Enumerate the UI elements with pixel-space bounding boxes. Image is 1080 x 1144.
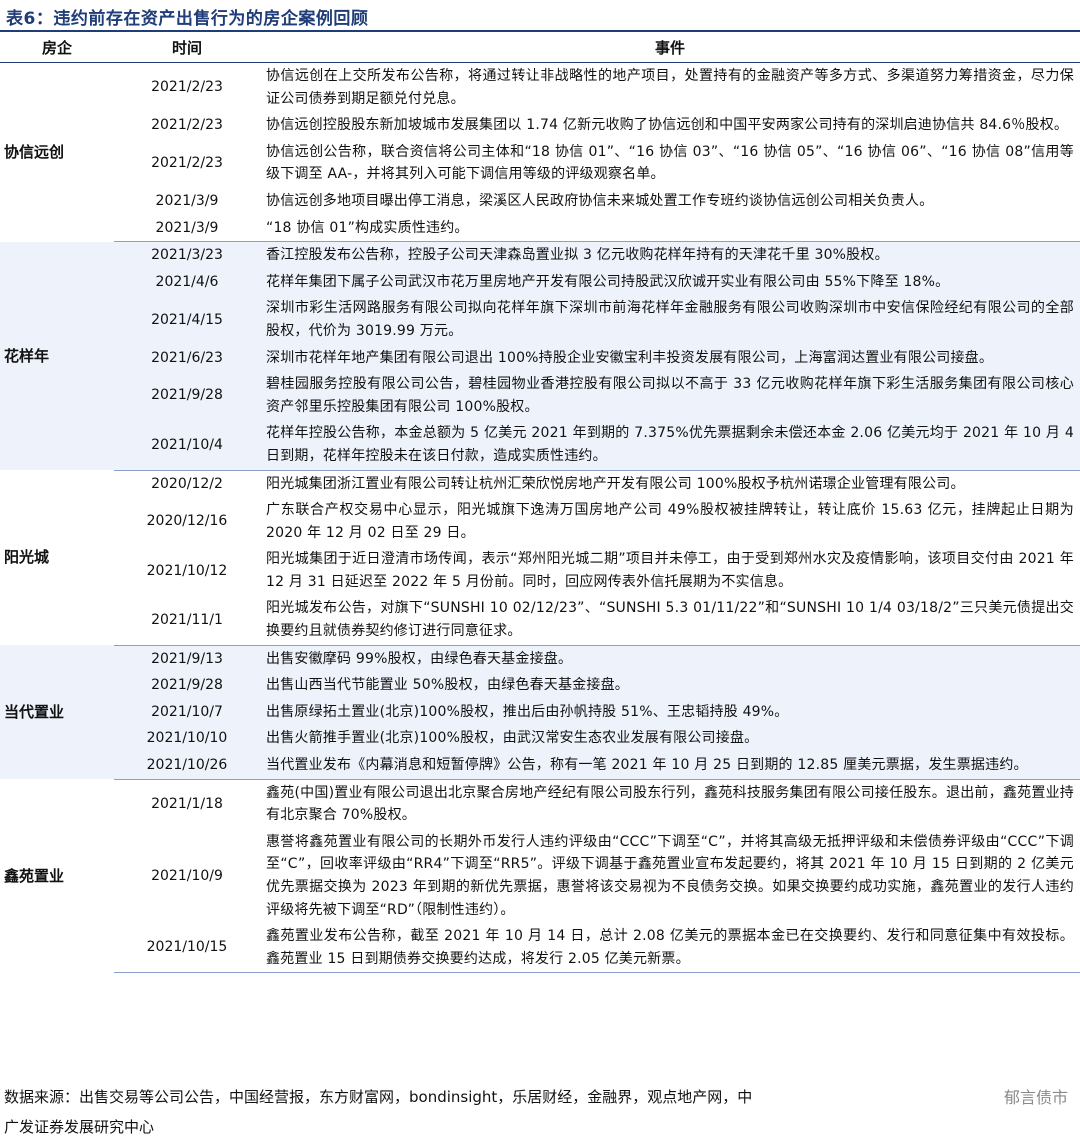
table-row: 2020/12/16 广东联合产权交易中心显示，阳光城旗下逸涛万国房地产公司 49… bbox=[0, 497, 1080, 546]
header-company: 房企 bbox=[0, 32, 114, 63]
table-row: 2021/10/9 惠誉将鑫苑置业有限公司的长期外币发行人违约评级由“CCC”下调… bbox=[0, 829, 1080, 923]
event-cell: 出售安徽摩码 99%股权，由绿色春天基金接盘。 bbox=[260, 645, 1080, 673]
event-cell: 香江控股发布公告称，控股子公司天津森岛置业拟 3 亿元收购花样年持有的天津花千里… bbox=[260, 241, 1080, 269]
table-body: 协信远创 2021/2/23 协信远创在上交所发布公告称，将通过转让非战略性的地产项… bbox=[0, 63, 1080, 974]
event-cell: 协信远创多地项目曝出停工消息，梁溪区人民政府协信未来城处置工作专班约谈协信远创公… bbox=[266, 192, 934, 209]
date-cell: 2021/10/10 bbox=[114, 725, 260, 753]
table-row: 协信远创 2021/2/23 协信远创在上交所发布公告称，将通过转让非战略性的地产项… bbox=[0, 63, 1080, 161]
date-cell: 2021/9/28 bbox=[114, 371, 260, 421]
date-cell: 2021/10/9 bbox=[151, 867, 223, 884]
company-cell: 当代置业 bbox=[0, 645, 114, 780]
event-cell: 花样年控股公告称，本金总额为 5 亿美元 2021 年到期的 7.375%优先票… bbox=[260, 420, 1080, 471]
event-cell: 深圳市花样年地产集团有限公司退出 100%持股企业安徽宝利丰投资发展有限公司，上… bbox=[260, 344, 1080, 372]
event-cell: 鑫苑置业发布公告称，截至 2021 年 10 月 14 日，总计 2.08 亿美… bbox=[260, 923, 1080, 974]
date-cell: 2021/10/26 bbox=[114, 752, 260, 780]
event-cell: 协信远创在上交所发布公告称，将通过转让非战略性的地产项目，处置持有的金融资产等多… bbox=[266, 68, 1074, 107]
company-cell: 花样年 bbox=[0, 241, 114, 470]
table-row: 2021/2/23 协信远创公告称，联合资信将公司主体和“18 协信 01”、“1… bbox=[0, 139, 1080, 188]
table-row: 2021/3/9 “18 协信 01”构成实质性违约。 bbox=[0, 214, 1080, 243]
date-cell: 2021/9/13 bbox=[114, 645, 260, 673]
event-cell: 阳光城集团于近日澄清市场传闻，表示“郑州阳光城二期”项目并未停工，由于受到郑州水… bbox=[266, 551, 1074, 590]
date-cell: 2021/4/15 bbox=[114, 295, 260, 345]
company-cell: 鑫苑置业 bbox=[4, 866, 65, 885]
date-cell: 2021/2/23 bbox=[151, 155, 223, 172]
table-title: 表6：违约前存在资产出售行为的房企案例回顾 bbox=[6, 9, 369, 29]
date-cell: 2021/10/12 bbox=[146, 562, 228, 579]
table-row: 2021/6/23 深圳市花样年地产集团有限公司退出 100%持股企业安徽宝利丰投… bbox=[0, 344, 1080, 372]
event-cell: 阳光城集团浙江置业有限公司转让杭州汇荣欣悦房地产开发有限公司 100%股权予杭州… bbox=[266, 475, 965, 492]
table-row: 2021/9/28 碧桂园服务控股有限公司公告，碧桂园物业香港控股有限公司拟以不高… bbox=[0, 371, 1080, 421]
date-cell: 2021/6/23 bbox=[114, 344, 260, 372]
case-table: 房企 时间 事件 协信远创 2021/2/23 协信远创在上交所发布公告称，将通过转… bbox=[0, 32, 1080, 974]
table-row: 2021/3/9 协信远创多地项目曝出停工消息，梁溪区人民政府协信未来城处置工作专… bbox=[0, 188, 1080, 215]
table-row: 2021/4/15 深圳市彩生活网路服务有限公司拟向花样年旗下深圳市前海花样年金融… bbox=[0, 295, 1080, 345]
table-row: 花样年 2021/3/23 香江控股发布公告称，控股子公司天津森岛置业拟 3 亿元收… bbox=[0, 241, 1080, 470]
table-row: 2021/10/15 鑫苑置业发布公告称，截至 2021 年 10 月 14 日，… bbox=[0, 923, 1080, 974]
event-cell: 广东联合产权交易中心显示，阳光城旗下逸涛万国房地产公司 49%股权被挂牌转让，转… bbox=[266, 502, 1074, 541]
event-cell: 碧桂园服务控股有限公司公告，碧桂园物业香港控股有限公司拟以不高于 33 亿元收购… bbox=[260, 371, 1080, 421]
event-cell: “18 协信 01”构成实质性违约。 bbox=[260, 214, 1080, 243]
date-cell: 2021/4/6 bbox=[114, 268, 260, 296]
table-row: 当代置业 2021/9/13 出售安徽摩码 99%股权，由绿色春天基金接盘。 bbox=[0, 645, 1080, 780]
event-cell: 惠誉将鑫苑置业有限公司的长期外币发行人违约评级由“CCC”下调至“C”，并将其高… bbox=[266, 833, 1074, 918]
event-cell: 阳光城发布公告，对旗下“SUNSHI 10 02/12/23”、“SUNSHI … bbox=[260, 595, 1080, 646]
event-cell: 当代置业发布《内幕消息和短暂停牌》公告，称有一笔 2021 年 10 月 25 … bbox=[260, 752, 1080, 780]
date-cell: 2021/1/18 bbox=[151, 795, 223, 812]
event-cell: 协信远创公告称，联合资信将公司主体和“18 协信 01”、“16 协信 03”、… bbox=[266, 143, 1074, 183]
date-cell: 2020/12/2 bbox=[151, 475, 223, 492]
table-row: 2021/10/12 阳光城集团于近日澄清市场传闻，表示“郑州阳光城二期”项目并未… bbox=[0, 546, 1080, 595]
date-cell: 2021/3/9 bbox=[155, 192, 219, 209]
date-cell: 2021/10/15 bbox=[114, 923, 260, 974]
source-line-2: 广发证券发展研究中心 bbox=[4, 1118, 155, 1136]
table-row: 2021/9/28 出售山西当代节能置业 50%股权，由绿色春天基金接盘。 bbox=[0, 672, 1080, 699]
header-row: 房企 时间 事件 bbox=[0, 32, 1080, 63]
table-row: 2021/2/23 协信远创控股股东新加坡城市发展集团以 1.74 亿新元收购了协… bbox=[0, 112, 1080, 139]
date-cell: 2021/2/23 bbox=[151, 117, 223, 134]
event-cell: 鑫苑(中国)置业有限公司退出北京聚合房地产经纪有限公司股东行列，鑫苑科技服务集团… bbox=[266, 784, 1074, 824]
date-cell: 2021/11/1 bbox=[114, 595, 260, 646]
table-row: 2021/10/4 花样年控股公告称，本金总额为 5 亿美元 2021 年到期的 … bbox=[0, 420, 1080, 471]
date-cell: 2021/2/23 bbox=[151, 79, 223, 96]
date-cell: 2021/10/7 bbox=[114, 698, 260, 726]
table-row: 2021/10/7 出售原绿拓土置业(北京)100%股权，推出后由孙帆持股 51%… bbox=[0, 698, 1080, 726]
date-cell: 2021/3/9 bbox=[114, 214, 260, 243]
watermark: 郁言债市 bbox=[1003, 1084, 1068, 1108]
source-note: 数据来源：出售交易等公司公告，中国经营报，东方财富网，bondinsight，乐… bbox=[4, 1082, 1076, 1142]
date-cell: 2021/3/23 bbox=[114, 241, 260, 269]
table-row: 鑫苑置业 2021/1/18 鑫苑(中国)置业有限公司退出北京聚合房地产经纪有限公司… bbox=[0, 779, 1080, 885]
table-row: 阳光城 2020/12/2 阳光城集团浙江置业有限公司转让杭州汇荣欣悦房地产开发有限… bbox=[0, 470, 1080, 567]
table-row: 2021/4/6 花样年集团下属子公司武汉市花万里房地产开发有限公司持股武汉欣诚开… bbox=[0, 268, 1080, 296]
table-row: 2021/10/26 当代置业发布《内幕消息和短暂停牌》公告，称有一笔 2021 … bbox=[0, 752, 1080, 780]
event-cell: 出售火箭推手置业(北京)100%股权，由武汉常安生态农业发展有限公司接盘。 bbox=[260, 725, 1080, 753]
event-cell: 花样年集团下属子公司武汉市花万里房地产开发有限公司持股武汉欣诚开实业有限公司由 … bbox=[260, 268, 1080, 296]
date-cell: 2021/9/28 bbox=[114, 672, 260, 699]
event-cell: 出售山西当代节能置业 50%股权，由绿色春天基金接盘。 bbox=[260, 672, 1080, 699]
date-cell: 2020/12/16 bbox=[146, 513, 228, 530]
header-date: 时间 bbox=[114, 32, 260, 63]
event-cell: 出售原绿拓土置业(北京)100%股权，推出后由孙帆持股 51%、王忠韬持股 49… bbox=[260, 698, 1080, 726]
company-cell: 阳光城 bbox=[4, 548, 50, 567]
header-event: 事件 bbox=[260, 32, 1080, 63]
source-line-1: 数据来源：出售交易等公司公告，中国经营报，东方财富网，bondinsight，乐… bbox=[4, 1088, 753, 1106]
table-row: 2021/11/1 阳光城发布公告，对旗下“SUNSHI 10 02/12/23”… bbox=[0, 595, 1080, 646]
date-cell: 2021/10/4 bbox=[114, 420, 260, 471]
company-cell: 协信远创 bbox=[4, 143, 65, 162]
event-cell: 协信远创控股股东新加坡城市发展集团以 1.74 亿新元收购了协信远创和中国平安两… bbox=[266, 117, 1069, 134]
table-row: 2021/10/10 出售火箭推手置业(北京)100%股权，由武汉常安生态农业发展… bbox=[0, 725, 1080, 753]
event-cell: 深圳市彩生活网路服务有限公司拟向花样年旗下深圳市前海花样年金融服务有限公司收购深… bbox=[260, 295, 1080, 345]
